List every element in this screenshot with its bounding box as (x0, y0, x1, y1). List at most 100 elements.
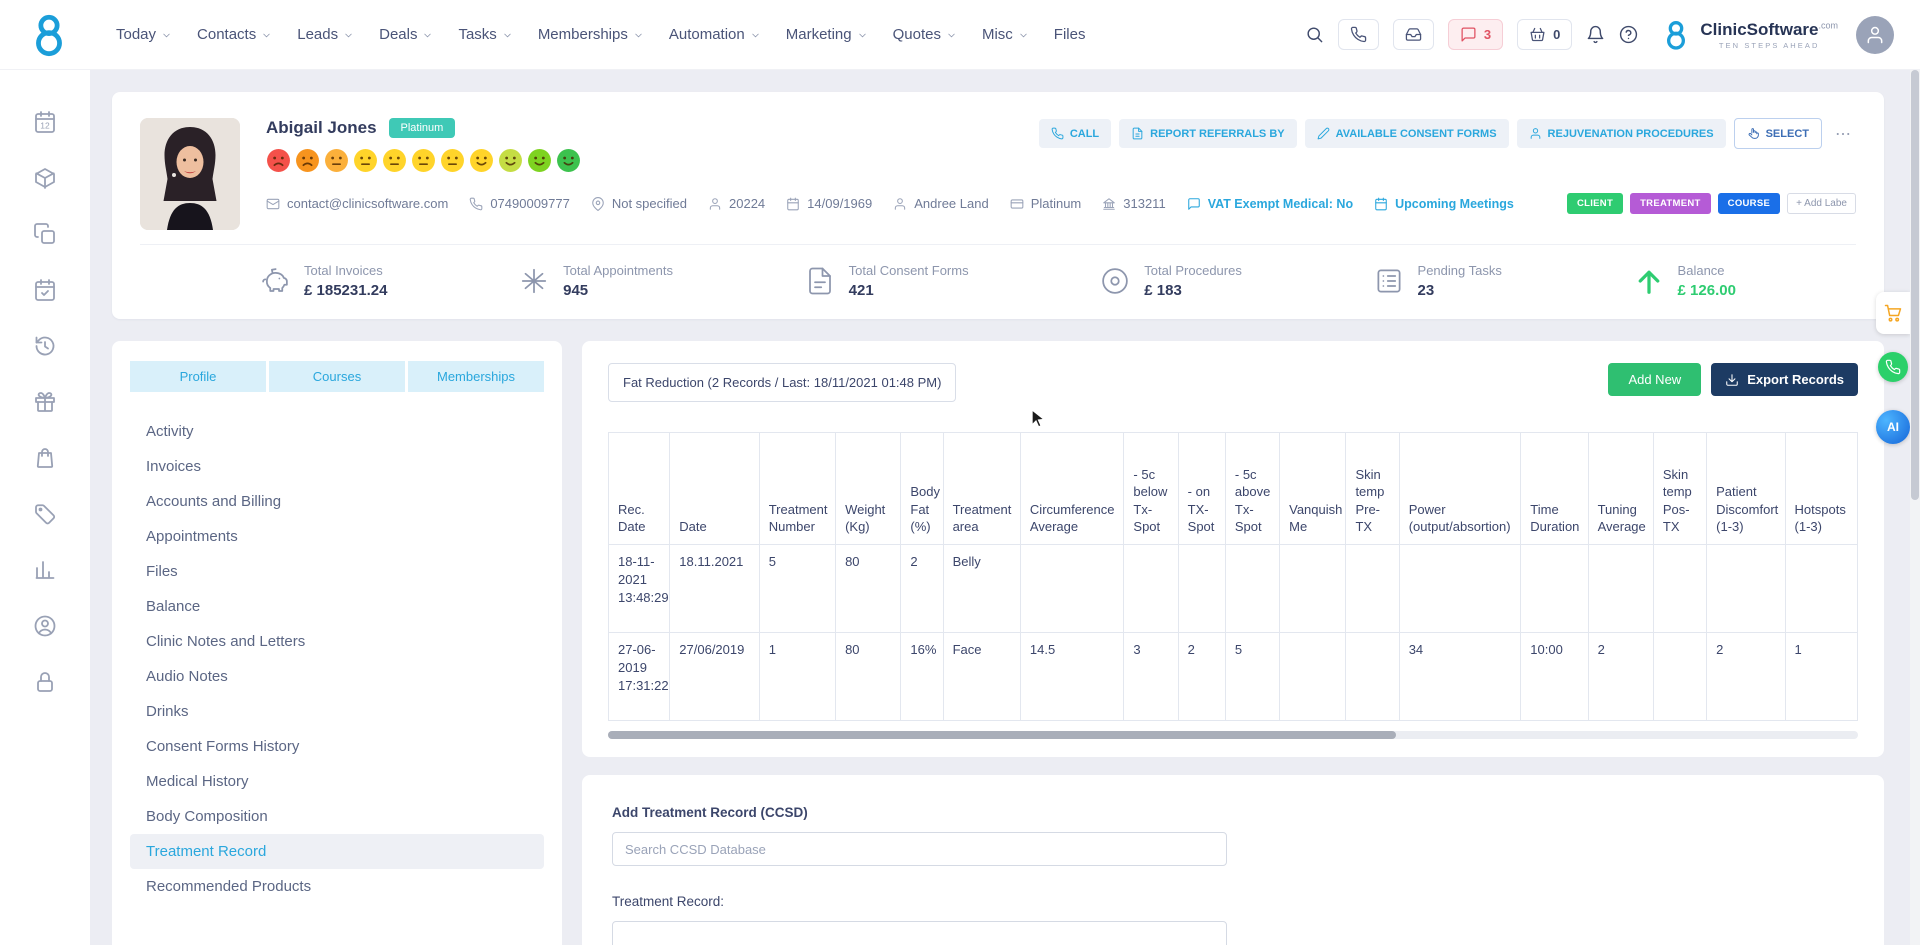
rail-history-icon[interactable] (33, 334, 57, 358)
column-header-skin-temp-pre-tx: Skin temp Pre-TX (1346, 433, 1399, 545)
inbox-button[interactable] (1393, 19, 1434, 50)
whatsapp-float-button[interactable] (1878, 352, 1908, 382)
add-record-title: Add Treatment Record (CCSD) (612, 805, 1854, 820)
add-label-button[interactable]: + Add Labe (1787, 193, 1856, 214)
main-content: Abigail Jones Platinum contact@clinicsof… (90, 70, 1892, 945)
basket-button[interactable]: 0 (1517, 19, 1572, 50)
notifications-button[interactable] (1586, 25, 1605, 44)
satisfaction-emoji-1[interactable] (266, 148, 291, 173)
rail-support-icon[interactable] (33, 614, 57, 638)
menu-item-appointments[interactable]: Appointments (130, 519, 544, 554)
nav-item-contacts[interactable]: Contacts (197, 26, 272, 43)
tab-profile[interactable]: Profile (130, 361, 266, 392)
rail-shopping-bag-icon[interactable] (33, 446, 57, 470)
table-cell: 2 (901, 545, 943, 633)
menu-item-consent-forms-history[interactable]: Consent Forms History (130, 729, 544, 764)
rail-calendar-check-icon[interactable] (33, 278, 57, 302)
search-button[interactable] (1305, 25, 1324, 44)
chevron-down-icon (161, 30, 172, 41)
satisfaction-emoji-3[interactable] (324, 148, 349, 173)
rail-chart-icon[interactable] (33, 558, 57, 582)
more-options-button[interactable] (1830, 121, 1856, 147)
stat-pending-tasks: Pending Tasks23 (1374, 263, 1502, 299)
search-icon (1305, 25, 1324, 44)
user-avatar[interactable] (1856, 16, 1894, 54)
patient-location: Not specified (591, 196, 687, 211)
upcoming-meetings-link[interactable]: Upcoming Meetings (1374, 197, 1514, 211)
treatment-record-input[interactable] (612, 921, 1227, 945)
nav-item-today[interactable]: Today (116, 26, 172, 43)
scrollbar-thumb[interactable] (608, 731, 1396, 739)
nav-item-memberships[interactable]: Memberships (538, 26, 644, 43)
phone-button[interactable] (1338, 19, 1379, 50)
chevron-down-icon (261, 30, 272, 41)
help-button[interactable] (1619, 25, 1638, 44)
satisfaction-emoji-2[interactable] (295, 148, 320, 173)
ai-float-button[interactable]: AI (1876, 410, 1910, 444)
rail-box-icon[interactable] (33, 166, 57, 190)
records-summary: Fat Reduction (2 Records / Last: 18/11/2… (608, 363, 956, 402)
rail-copy-icon[interactable] (33, 222, 57, 246)
column-header-tuning-average: Tuning Average (1588, 433, 1653, 545)
cart-icon (1883, 303, 1903, 323)
nav-item-automation[interactable]: Automation (669, 26, 761, 43)
page-scrollbar[interactable] (1910, 70, 1920, 945)
page-scrollbar-thumb[interactable] (1911, 70, 1919, 500)
nav-item-deals[interactable]: Deals (379, 26, 433, 43)
satisfaction-emoji-8[interactable] (469, 148, 494, 173)
satisfaction-emoji-5[interactable] (382, 148, 407, 173)
nav-item-marketing[interactable]: Marketing (786, 26, 868, 43)
tab-memberships[interactable]: Memberships (408, 361, 544, 392)
table-horizontal-scrollbar[interactable] (608, 731, 1858, 739)
patient-account-number: 313211 (1102, 196, 1165, 211)
satisfaction-emoji-6[interactable] (411, 148, 436, 173)
satisfaction-emoji-4[interactable] (353, 148, 378, 173)
rail-gift-icon[interactable] (33, 390, 57, 414)
stat-total-invoices: Total Invoices£ 185231.24 (260, 263, 387, 299)
consent-forms-button[interactable]: AVAILABLE CONSENT FORMS (1305, 119, 1509, 148)
menu-item-recommended-products[interactable]: Recommended Products (130, 869, 544, 904)
menu-item-invoices[interactable]: Invoices (130, 449, 544, 484)
rail-lock-icon[interactable] (33, 670, 57, 694)
satisfaction-emoji-10[interactable] (527, 148, 552, 173)
chevron-down-icon (857, 30, 868, 41)
chat-button[interactable]: 3 (1448, 19, 1503, 50)
cart-float-button[interactable] (1876, 292, 1910, 334)
table-cell (1178, 545, 1225, 633)
menu-item-medical-history[interactable]: Medical History (130, 764, 544, 799)
tab-courses[interactable]: Courses (269, 361, 405, 392)
tag-icon (33, 502, 57, 526)
menu-item-audio-notes[interactable]: Audio Notes (130, 659, 544, 694)
nav-item-quotes[interactable]: Quotes (893, 26, 957, 43)
add-new-button[interactable]: Add New (1608, 363, 1701, 396)
call-button[interactable]: CALL (1039, 119, 1111, 148)
satisfaction-emoji-11[interactable] (556, 148, 581, 173)
menu-item-clinic-notes-and-letters[interactable]: Clinic Notes and Letters (130, 624, 544, 659)
menu-item-accounts-and-billing[interactable]: Accounts and Billing (130, 484, 544, 519)
table-row-2[interactable]: 27-06-2019 17:31:2227/06/201918016%Face1… (609, 633, 1858, 721)
vat-status-link[interactable]: VAT Exempt Medical: No (1187, 197, 1353, 211)
nav-item-misc[interactable]: Misc (982, 26, 1029, 43)
export-records-button[interactable]: Export Records (1711, 363, 1858, 396)
satisfaction-emoji-9[interactable] (498, 148, 523, 173)
menu-item-balance[interactable]: Balance (130, 589, 544, 624)
menu-item-activity[interactable]: Activity (130, 414, 544, 449)
app-logo-icon[interactable] (26, 12, 72, 58)
nav-item-tasks[interactable]: Tasks (458, 26, 512, 43)
report-referrals-button[interactable]: REPORT REFERRALS BY (1119, 119, 1296, 148)
menu-item-drinks[interactable]: Drinks (130, 694, 544, 729)
rail-tag-icon[interactable] (33, 502, 57, 526)
stats-row: Total Invoices£ 185231.24Total Appointme… (140, 244, 1856, 319)
select-button[interactable]: SELECT (1734, 118, 1822, 149)
rail-calendar-12-icon[interactable]: 12 (33, 110, 57, 134)
rejuvenation-procedures-button[interactable]: REJUVENATION PROCEDURES (1517, 119, 1726, 148)
nav-item-leads[interactable]: Leads (297, 26, 354, 43)
menu-item-treatment-record[interactable]: Treatment Record (130, 834, 544, 869)
menu-item-files[interactable]: Files (130, 554, 544, 589)
ccsd-search-input[interactable] (612, 832, 1227, 866)
menu-item-body-composition[interactable]: Body Composition (130, 799, 544, 834)
satisfaction-emoji-7[interactable] (440, 148, 465, 173)
nav-item-files[interactable]: Files (1054, 26, 1086, 43)
table-cell: 34 (1399, 633, 1521, 721)
table-row-1[interactable]: 18-11-2021 13:48:2918.11.20215802Belly (609, 545, 1858, 633)
